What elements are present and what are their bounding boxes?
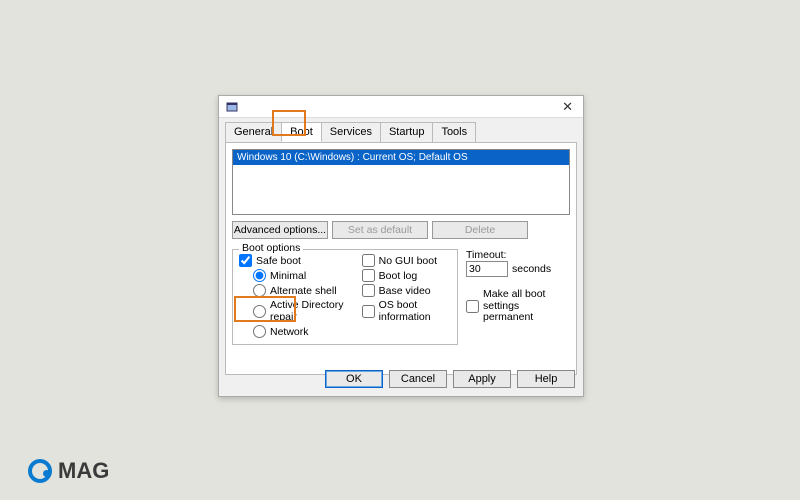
safe-boot-label: Safe boot <box>256 255 301 267</box>
titlebar: ✕ <box>219 96 583 118</box>
tab-startup[interactable]: Startup <box>380 122 433 142</box>
timeout-unit: seconds <box>512 263 551 275</box>
os-list[interactable]: Windows 10 (C:\Windows) : Current OS; De… <box>232 149 570 215</box>
app-icon <box>225 100 239 114</box>
radio-network[interactable]: Network <box>253 325 348 338</box>
tab-services[interactable]: Services <box>321 122 381 142</box>
base-video-checkbox[interactable]: Base video <box>362 284 451 297</box>
dialog-button-row: OK Cancel Apply Help <box>325 370 575 388</box>
tab-strip: General Boot Services Startup Tools <box>219 118 583 142</box>
os-list-item[interactable]: Windows 10 (C:\Windows) : Current OS; De… <box>233 150 569 165</box>
close-button[interactable]: ✕ <box>558 99 577 115</box>
advanced-options-button[interactable]: Advanced options... <box>232 221 328 239</box>
ok-button[interactable]: OK <box>325 370 383 388</box>
tab-tools[interactable]: Tools <box>432 122 476 142</box>
radio-ad-repair[interactable]: Active Directory repair <box>253 299 348 323</box>
msconfig-dialog: ✕ General Boot Services Startup Tools Wi… <box>218 95 584 397</box>
set-default-button: Set as default <box>332 221 428 239</box>
no-gui-boot-checkbox[interactable]: No GUI boot <box>362 254 451 267</box>
boot-log-checkbox[interactable]: Boot log <box>362 269 451 282</box>
radio-minimal[interactable]: Minimal <box>253 269 348 282</box>
radio-alternate-shell[interactable]: Alternate shell <box>253 284 348 297</box>
tab-boot[interactable]: Boot <box>281 122 322 142</box>
timeout-column: Timeout: seconds Make all boot settings … <box>466 249 570 345</box>
boot-options-group: Boot options Safe boot Minimal Alternate… <box>232 249 458 345</box>
apply-button[interactable]: Apply <box>453 370 511 388</box>
os-boot-info-checkbox[interactable]: OS boot information <box>362 299 451 323</box>
boot-options-legend: Boot options <box>239 242 303 254</box>
timeout-label: Timeout: <box>466 249 570 261</box>
watermark-logo: MAG <box>28 458 109 484</box>
cancel-button[interactable]: Cancel <box>389 370 447 388</box>
tab-general[interactable]: General <box>225 122 282 142</box>
tab-panel-boot: Windows 10 (C:\Windows) : Current OS; De… <box>225 142 577 375</box>
delete-button: Delete <box>432 221 528 239</box>
os-button-row: Advanced options... Set as default Delet… <box>232 221 570 239</box>
make-permanent-checkbox[interactable]: Make all boot settings permanent <box>466 289 570 324</box>
logo-text: MAG <box>58 458 109 484</box>
timeout-input[interactable] <box>466 261 508 277</box>
logo-icon <box>28 459 52 483</box>
safe-boot-checkbox[interactable]: Safe boot <box>239 254 348 267</box>
help-button[interactable]: Help <box>517 370 575 388</box>
